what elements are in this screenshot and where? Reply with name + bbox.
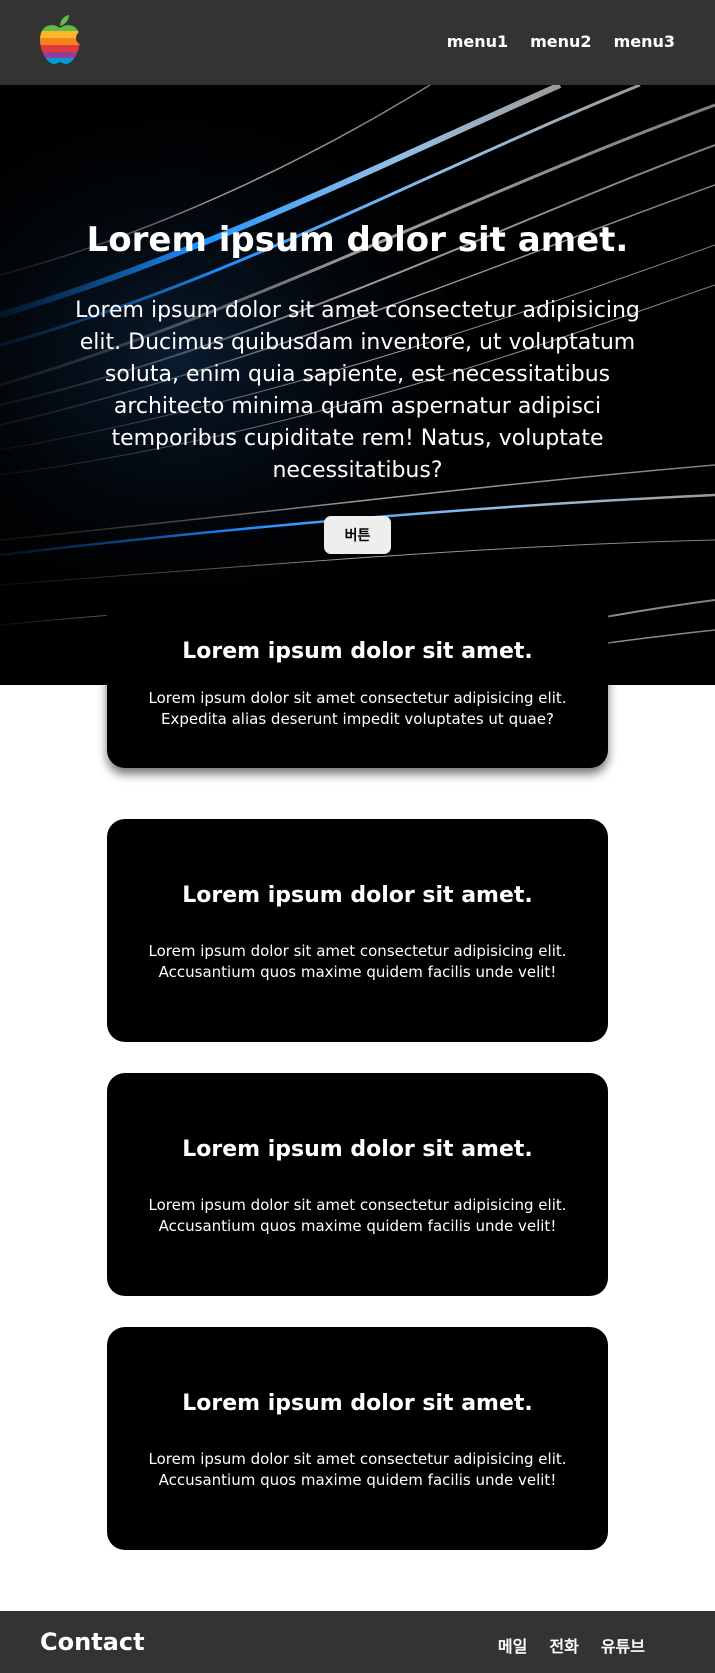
footer-link-mail[interactable]: 메일: [498, 1633, 527, 1657]
feature-card: Lorem ipsum dolor sit amet. Lorem ipsum …: [107, 1327, 608, 1550]
site-header: menu1 menu2 menu3: [0, 0, 715, 85]
feature-card: Lorem ipsum dolor sit amet. Lorem ipsum …: [107, 1073, 608, 1296]
nav-item-menu3[interactable]: menu3: [614, 32, 675, 51]
card-text: Lorem ipsum dolor sit amet consectetur a…: [148, 942, 567, 981]
apple-logo-icon[interactable]: [38, 14, 90, 66]
card-title: Lorem ipsum dolor sit amet.: [182, 883, 533, 908]
nav-item-menu2[interactable]: menu2: [530, 32, 591, 51]
hero-description: Lorem ipsum dolor sit amet consectetur a…: [75, 298, 640, 483]
card-title: Lorem ipsum dolor sit amet.: [182, 639, 533, 664]
card-text: Lorem ipsum dolor sit amet consectetur a…: [148, 1196, 567, 1235]
card-title: Lorem ipsum dolor sit amet.: [182, 1391, 533, 1416]
footer-title: Contact: [40, 1628, 145, 1656]
site-footer: Contact 메일 전화 유튜브: [0, 1611, 715, 1673]
feature-card: Lorem ipsum dolor sit amet. Lorem ipsum …: [107, 819, 608, 1042]
main-nav: menu1 menu2 menu3: [447, 32, 675, 51]
feature-card: Lorem ipsum dolor sit amet. Lorem ipsum …: [107, 595, 608, 768]
hero-title: Lorem ipsum dolor sit amet.: [86, 220, 629, 260]
card-title: Lorem ipsum dolor sit amet.: [182, 1137, 533, 1162]
nav-item-menu1[interactable]: menu1: [447, 32, 508, 51]
footer-link-phone[interactable]: 전화: [549, 1633, 578, 1657]
card-text: Lorem ipsum dolor sit amet consectetur a…: [148, 1450, 567, 1489]
card-text: Lorem ipsum dolor sit amet consectetur a…: [148, 689, 567, 728]
footer-link-youtube[interactable]: 유튜브: [601, 1633, 645, 1657]
hero-button[interactable]: 버튼: [324, 516, 391, 554]
footer-links: 메일 전화 유튜브: [498, 1633, 645, 1657]
